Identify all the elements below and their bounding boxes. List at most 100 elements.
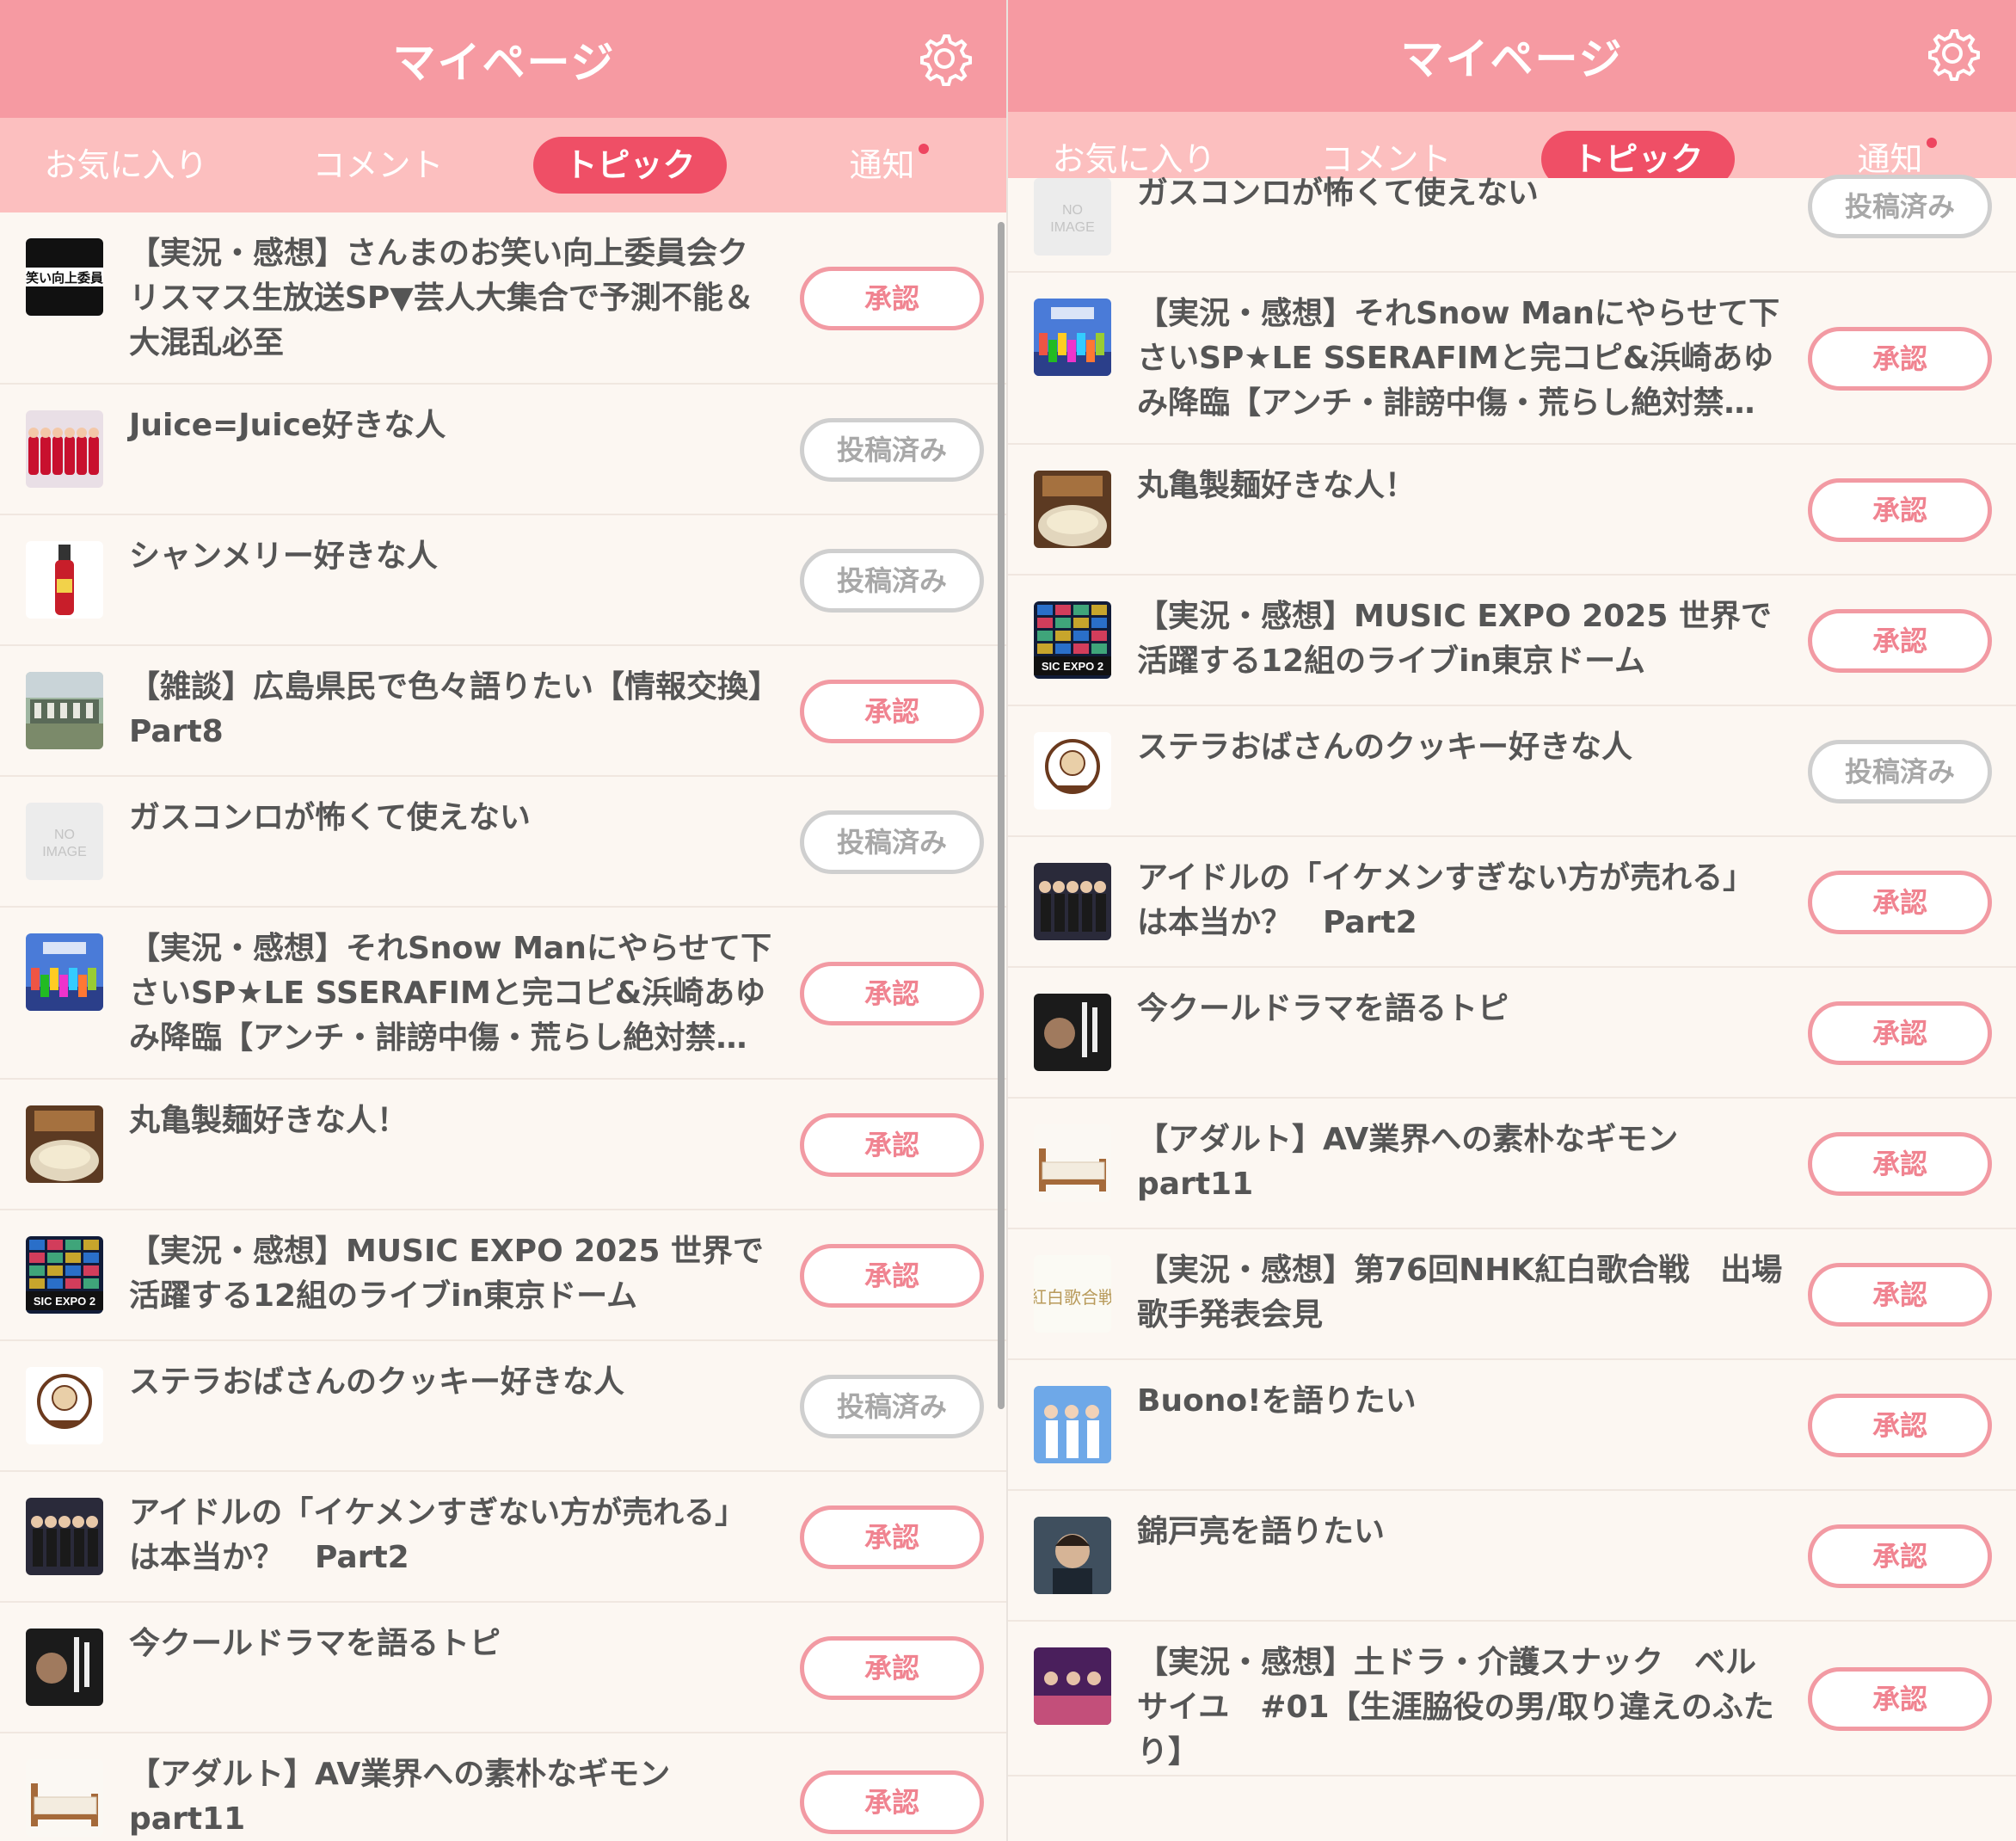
- topic-list: NO IMAGE ガスコンロが怖くて使えない 投稿済み 【実況・感想】それSnow Ma…: [1008, 175, 2016, 1776]
- left-screen: マイページ お気に入り コメント トピック 通知 笑い向上委員 【実況・感想】さんまのお…: [0, 0, 1008, 1841]
- approve-button[interactable]: 承認: [1808, 1132, 1992, 1196]
- notification-dot-icon: [1926, 138, 1937, 148]
- page-title: マイページ: [392, 37, 616, 88]
- topic-title: シャンメリー好きな人: [129, 539, 438, 574]
- posted-button[interactable]: 投稿済み: [800, 1375, 984, 1438]
- topic-row[interactable]: 紅白歌合戦 【実況・感想】第76回NHK紅白歌合戦 出場歌手発表会見 承認: [1008, 1229, 2016, 1360]
- topic-row[interactable]: 今クールドラマを語るトピ 承認: [1008, 968, 2016, 1099]
- approve-button[interactable]: 承認: [1808, 1524, 1992, 1588]
- topic-title: Juice=Juice好きな人: [129, 408, 446, 443]
- topic-title: 【実況・感想】それSnow Manにやらせて下さいSP★LE SSERAFIMと…: [1137, 296, 1780, 421]
- topic-row[interactable]: アイドルの「イケメンすぎない方が売れる」は本当か？ Part2 承認: [1008, 837, 2016, 968]
- topic-row[interactable]: 【雑談】広島県民で色々語りたい【情報交換】Part8 承認: [0, 646, 1008, 777]
- topic-thumbnail: [26, 672, 103, 749]
- tab-label: 通知: [849, 146, 915, 184]
- topic-thumbnail: [26, 1759, 103, 1837]
- topic-title: 【アダルト】AV業界への素朴なギモン part11: [129, 1757, 671, 1837]
- posted-button[interactable]: 投稿済み: [800, 418, 984, 482]
- page-title: マイページ: [1400, 34, 1624, 84]
- svg-text:IMAGE: IMAGE: [1050, 220, 1095, 235]
- topic-thumbnail: [1034, 732, 1111, 810]
- approve-button[interactable]: 承認: [1808, 478, 1992, 542]
- topic-thumbnail: 笑い向上委員: [26, 238, 103, 316]
- header-bar: マイページ: [1008, 0, 2016, 112]
- topic-row[interactable]: SIC EXPO 2 【実況・感想】MUSIC EXPO 2025 世界で活躍する…: [0, 1210, 1008, 1341]
- topic-row[interactable]: 笑い向上委員 【実況・感想】さんまのお笑い向上委員会クリスマス生放送SP▼芸人大集…: [0, 212, 1008, 385]
- topic-title: 丸亀製麺好きな人！: [129, 1103, 409, 1138]
- topic-title: アイドルの「イケメンすぎない方が売れる」は本当か？ Part2: [1137, 860, 1755, 940]
- topic-list: 笑い向上委員 【実況・感想】さんまのお笑い向上委員会クリスマス生放送SP▼芸人大集…: [0, 212, 1008, 1841]
- topic-row[interactable]: 【実況・感想】それSnow Manにやらせて下さいSP★LE SSERAFIMと…: [0, 908, 1008, 1080]
- topic-row[interactable]: シャンメリー好きな人 投稿済み: [0, 515, 1008, 646]
- approve-button[interactable]: 承認: [1808, 609, 1992, 673]
- topic-title: 【実況・感想】さんまのお笑い向上委員会クリスマス生放送SP▼芸人大集合で予測不能…: [129, 236, 754, 360]
- tab-label: お気に入り: [44, 146, 208, 184]
- approve-button[interactable]: 承認: [800, 1770, 984, 1834]
- header-bar: マイページ: [0, 0, 1008, 118]
- topic-row[interactable]: ステラおばさんのクッキー好きな人 投稿済み: [1008, 706, 2016, 837]
- settings-gear-icon[interactable]: [917, 31, 972, 86]
- approve-button[interactable]: 承認: [1808, 1263, 1992, 1327]
- topic-row[interactable]: NO IMAGE ガスコンロが怖くて使えない 投稿済み: [0, 777, 1008, 908]
- svg-text:笑い向上委員: 笑い向上委員: [26, 270, 103, 286]
- topic-title: 【実況・感想】第76回NHK紅白歌合戦 出場歌手発表会見: [1137, 1253, 1783, 1333]
- approve-button[interactable]: 承認: [1808, 1667, 1992, 1731]
- tab-favorites[interactable]: お気に入り: [0, 137, 252, 194]
- topic-title: ガスコンロが怖くて使えない: [1137, 175, 1539, 211]
- topic-title: 【実況・感想】MUSIC EXPO 2025 世界で活躍する12組のライブin東…: [1137, 599, 1772, 679]
- approve-button[interactable]: 承認: [800, 1636, 984, 1700]
- topic-row[interactable]: 【アダルト】AV業界への素朴なギモン part11 承認: [1008, 1099, 2016, 1229]
- topic-row[interactable]: ステラおばさんのクッキー好きな人 投稿済み: [0, 1341, 1008, 1472]
- topic-title: 今クールドラマを語るトピ: [129, 1626, 501, 1661]
- approve-button[interactable]: 承認: [800, 1244, 984, 1308]
- notification-dot-icon: [918, 144, 929, 154]
- approve-button[interactable]: 承認: [1808, 327, 1992, 391]
- svg-text:NO: NO: [54, 828, 75, 842]
- approve-button[interactable]: 承認: [800, 1113, 984, 1177]
- approve-button[interactable]: 承認: [1808, 1394, 1992, 1457]
- topic-thumbnail: NO IMAGE: [1034, 178, 1111, 256]
- settings-gear-icon[interactable]: [1925, 26, 1980, 81]
- topic-row[interactable]: アイドルの「イケメンすぎない方が売れる」は本当か？ Part2 承認: [0, 1472, 1008, 1603]
- topic-title: Buono!を語りたい: [1137, 1383, 1417, 1419]
- topic-title: 【実況・感想】MUSIC EXPO 2025 世界で活躍する12組のライブin東…: [129, 1234, 764, 1314]
- approve-button[interactable]: 承認: [1808, 1001, 1992, 1065]
- approve-button[interactable]: 承認: [1808, 871, 1992, 934]
- posted-button[interactable]: 投稿済み: [1808, 175, 1992, 238]
- tab-comments[interactable]: コメント: [252, 137, 504, 194]
- topic-thumbnail: [1034, 1124, 1111, 1202]
- topic-title: 錦戸亮を語りたい: [1137, 1514, 1386, 1549]
- posted-button[interactable]: 投稿済み: [1808, 740, 1992, 804]
- scrollbar[interactable]: [998, 222, 1005, 1409]
- topic-thumbnail: [1034, 863, 1111, 940]
- posted-button[interactable]: 投稿済み: [800, 549, 984, 613]
- tab-topics[interactable]: トピック: [504, 137, 756, 194]
- topic-row[interactable]: 丸亀製麺好きな人！ 承認: [1008, 445, 2016, 576]
- approve-button[interactable]: 承認: [800, 1505, 984, 1569]
- approve-button[interactable]: 承認: [800, 680, 984, 743]
- topic-row[interactable]: 今クールドラマを語るトピ 承認: [0, 1603, 1008, 1733]
- topic-row[interactable]: 丸亀製麺好きな人！ 承認: [0, 1080, 1008, 1210]
- approve-button[interactable]: 承認: [800, 962, 984, 1025]
- posted-button[interactable]: 投稿済み: [800, 810, 984, 874]
- topic-row[interactable]: 錦戸亮を語りたい 承認: [1008, 1491, 2016, 1622]
- topic-thumbnail: [1034, 299, 1111, 376]
- topic-row[interactable]: 【実況・感想】土ドラ・介護スナック ベルサイユ #01【生涯脇役の男/取り違えの…: [1008, 1622, 2016, 1776]
- topic-row[interactable]: 【実況・感想】それSnow Manにやらせて下さいSP★LE SSERAFIMと…: [1008, 273, 2016, 445]
- svg-text:紅白歌合戦: 紅白歌合戦: [1034, 1287, 1111, 1308]
- topic-row[interactable]: Buono!を語りたい 承認: [1008, 1360, 2016, 1491]
- topic-row[interactable]: 【アダルト】AV業界への素朴なギモン part11 承認: [0, 1733, 1008, 1841]
- topic-row[interactable]: NO IMAGE ガスコンロが怖くて使えない 投稿済み: [1008, 175, 2016, 273]
- topic-thumbnail: [26, 410, 103, 488]
- topic-row[interactable]: Juice=Juice好きな人 投稿済み: [0, 385, 1008, 515]
- topic-title: 【実況・感想】土ドラ・介護スナック ベルサイユ #01【生涯脇役の男/取り違えの…: [1137, 1645, 1774, 1770]
- topic-thumbnail: [26, 1629, 103, 1706]
- tab-label: トピック: [533, 137, 727, 194]
- topic-title: 丸亀製麺好きな人！: [1137, 468, 1417, 503]
- svg-text:SIC EXPO 2: SIC EXPO 2: [1042, 660, 1103, 673]
- approve-button[interactable]: 承認: [800, 267, 984, 330]
- topic-row[interactable]: SIC EXPO 2 【実況・感想】MUSIC EXPO 2025 世界で活躍する…: [1008, 576, 2016, 706]
- right-screen: マイページ お気に入り コメント トピック 通知 NO IMAGE ガスコンロが怖くて使え…: [1008, 0, 2016, 1841]
- tab-notifications[interactable]: 通知: [756, 137, 1008, 194]
- tab-label: コメント: [312, 146, 444, 184]
